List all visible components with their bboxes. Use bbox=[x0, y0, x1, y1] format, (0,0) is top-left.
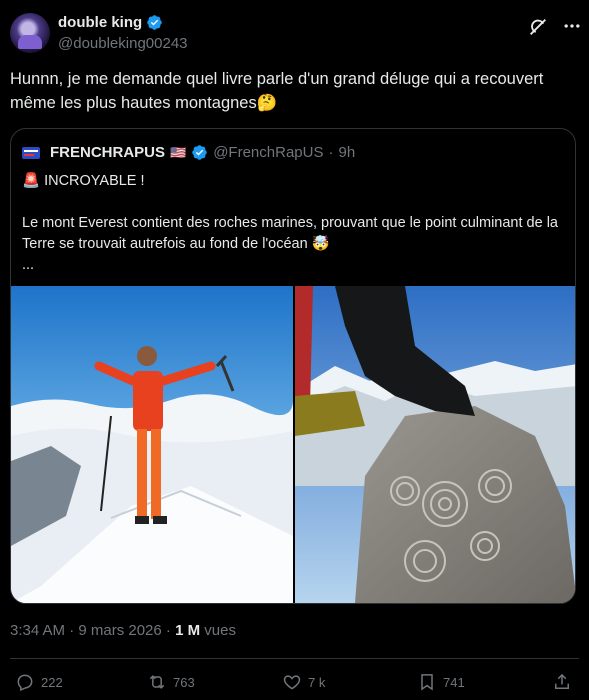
grok-icon[interactable] bbox=[527, 16, 549, 38]
like-count: 7 k bbox=[308, 674, 326, 690]
reply-count: 222 bbox=[41, 674, 63, 690]
quoted-time: 9h bbox=[338, 144, 356, 161]
tweet-header: double king @doubleking00243 bbox=[10, 13, 582, 55]
repost-button[interactable]: 763 bbox=[147, 672, 195, 692]
repost-icon bbox=[149, 675, 165, 689]
avatar[interactable] bbox=[10, 13, 50, 53]
quoted-flag: 🇺🇸 bbox=[170, 144, 187, 160]
quoted-text-line-2: Le mont Everest contient des roches mari… bbox=[22, 215, 558, 252]
verified-badge-icon bbox=[192, 145, 207, 160]
repost-count: 763 bbox=[173, 674, 195, 690]
bookmark-icon bbox=[421, 674, 433, 691]
tweet-text: Hunnn, je me demande quel livre parle d'… bbox=[10, 70, 544, 112]
divider bbox=[10, 658, 579, 659]
quoted-media bbox=[11, 286, 575, 603]
bookmark-button[interactable]: 741 bbox=[417, 672, 465, 692]
views-count: 1 M bbox=[175, 622, 201, 639]
quoted-text: 🚨 INCROYABLE ! Le mont Everest contient … bbox=[22, 171, 567, 276]
more-icon[interactable] bbox=[562, 16, 582, 36]
author-handle[interactable]: @doubleking00243 bbox=[58, 35, 188, 52]
author-display-name[interactable]: double king bbox=[58, 14, 142, 31]
quoted-separator: · bbox=[328, 144, 334, 161]
views-label: vues bbox=[200, 622, 236, 639]
climber-on-summit-image[interactable] bbox=[11, 286, 293, 603]
share-icon bbox=[555, 673, 569, 689]
like-button[interactable]: 7 k bbox=[282, 672, 325, 692]
quoted-display-name: FRENCHRAPUS bbox=[50, 144, 166, 161]
reply-button[interactable]: 222 bbox=[15, 672, 63, 692]
action-bar: 222 763 7 k 741 bbox=[10, 672, 579, 694]
quoted-tweet[interactable]: FRENCHRAPUS 🇺🇸 @FrenchRapUS · 9h 🚨 INCRO… bbox=[10, 128, 576, 604]
quoted-tweet-header: FRENCHRAPUS 🇺🇸 @FrenchRapUS · 9h bbox=[22, 144, 355, 161]
tweet-meta: 3:34 AM · 9 mars 2026 · 1 M vues bbox=[10, 622, 236, 639]
fossil-rock-image[interactable] bbox=[295, 286, 575, 603]
share-button[interactable] bbox=[552, 672, 572, 692]
author-name-row: double king bbox=[58, 14, 163, 31]
quoted-avatar[interactable] bbox=[22, 146, 40, 159]
tweet-timestamp[interactable]: 3:34 AM · 9 mars 2026 · bbox=[10, 622, 175, 639]
like-icon bbox=[283, 675, 301, 690]
reply-icon bbox=[17, 674, 33, 692]
quoted-text-line-3: ... bbox=[22, 257, 35, 273]
verified-badge-icon bbox=[147, 15, 162, 30]
quoted-text-line-1: 🚨 INCROYABLE ! bbox=[22, 173, 145, 189]
bookmark-count: 741 bbox=[443, 674, 465, 690]
quoted-handle: @FrenchRapUS bbox=[213, 144, 324, 161]
